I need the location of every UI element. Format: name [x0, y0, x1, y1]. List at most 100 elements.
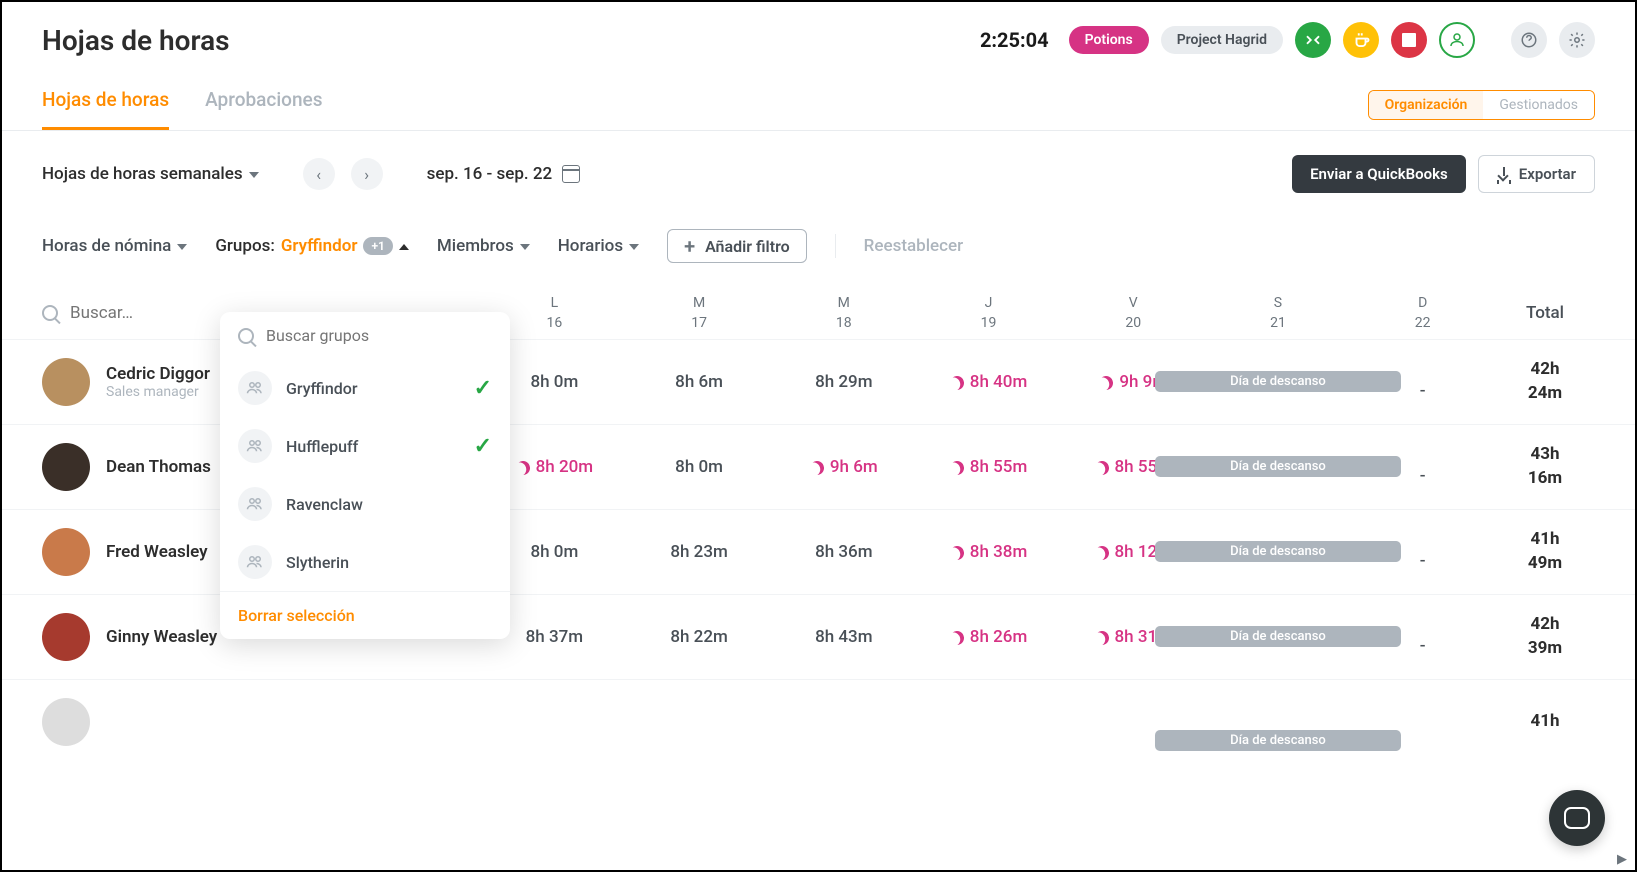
- plus-icon: +: [684, 236, 695, 256]
- page-title: Hojas de horas: [42, 24, 230, 57]
- day-header: V20: [1061, 295, 1206, 331]
- time-cell[interactable]: 8h 6m: [627, 372, 772, 392]
- chat-widget[interactable]: [1549, 790, 1605, 846]
- time-cell[interactable]: 8h 22m: [627, 627, 772, 647]
- user-name: Fred Weasley: [106, 542, 208, 562]
- stop-icon[interactable]: [1391, 22, 1427, 58]
- rest-day-badge: Día de descanso: [1155, 541, 1401, 562]
- total-header: Total: [1495, 303, 1595, 323]
- avatar: [42, 358, 90, 406]
- time-cell[interactable]: Día de descanso-: [1206, 618, 1351, 656]
- time-cell[interactable]: Día de descanso-: [1206, 448, 1351, 486]
- check-icon: ✓: [474, 376, 492, 401]
- help-icon[interactable]: [1511, 22, 1547, 58]
- time-cell[interactable]: 8h 43m: [771, 627, 916, 647]
- chevron-down-icon: [249, 172, 259, 178]
- rest-day-badge: Día de descanso: [1155, 456, 1401, 477]
- time-cell[interactable]: 8h 29m: [771, 372, 916, 392]
- total-cell: 42h39m: [1495, 613, 1595, 661]
- group-option[interactable]: Slytherin: [220, 533, 510, 591]
- filter-groups-label: Grupos:: [215, 236, 274, 256]
- group-option-label: Hufflepuff: [286, 437, 460, 456]
- groups-search-input[interactable]: [266, 326, 492, 345]
- users-icon: [238, 487, 272, 521]
- time-cell[interactable]: 8h 0m: [627, 457, 772, 477]
- coffee-icon[interactable]: [1343, 22, 1379, 58]
- project-pill[interactable]: Potions: [1069, 26, 1149, 54]
- filter-members[interactable]: Miembros: [437, 236, 530, 256]
- user-icon[interactable]: [1439, 22, 1475, 58]
- scope-organization[interactable]: Organización: [1369, 91, 1484, 119]
- time-cell[interactable]: 8h 40m: [916, 372, 1061, 392]
- avatar: [42, 443, 90, 491]
- moon-icon: [948, 374, 966, 392]
- moon-icon: [1093, 544, 1111, 562]
- tab-approvals[interactable]: Aprobaciones: [205, 88, 322, 130]
- table-row: Día de descanso 41h: [2, 679, 1635, 764]
- total-cell: 42h24m: [1495, 358, 1595, 406]
- time-cell[interactable]: Día de descanso-: [1206, 533, 1351, 571]
- search-icon: [238, 328, 254, 344]
- group-option[interactable]: Ravenclaw: [220, 475, 510, 533]
- date-range-label: sep. 16 - sep. 22: [427, 164, 553, 184]
- day-header: M18: [771, 295, 916, 331]
- group-option[interactable]: Gryffindor✓: [220, 359, 510, 417]
- export-button[interactable]: Exportar: [1478, 155, 1595, 193]
- moon-icon: [808, 459, 826, 477]
- chevron-down-icon: [629, 244, 639, 250]
- running-timer: 2:25:04: [980, 28, 1049, 52]
- prev-week-button[interactable]: ‹: [303, 158, 335, 190]
- reset-filters[interactable]: Reestablecer: [864, 236, 963, 256]
- total-cell: 43h16m: [1495, 443, 1595, 491]
- moon-icon: [1097, 374, 1115, 392]
- user-name: Cedric Diggor: [106, 364, 210, 384]
- time-cell[interactable]: Día de descanso-: [1206, 363, 1351, 401]
- time-cell[interactable]: 8h 55m: [916, 457, 1061, 477]
- filter-groups-count: +1: [363, 237, 392, 255]
- avatar: [42, 613, 90, 661]
- filter-groups-value: Gryffindor: [281, 236, 358, 256]
- moon-icon: [514, 459, 532, 477]
- users-icon: [238, 429, 272, 463]
- settings-icon[interactable]: [1559, 22, 1595, 58]
- scope-managed[interactable]: Gestionados: [1483, 91, 1594, 119]
- chevron-down-icon: [520, 244, 530, 250]
- route-icon[interactable]: [1295, 22, 1331, 58]
- user-cell[interactable]: [42, 698, 482, 746]
- period-select[interactable]: Hojas de horas semanales: [42, 164, 259, 184]
- filter-schedules-label: Horarios: [558, 236, 623, 256]
- moon-icon: [948, 629, 966, 647]
- filter-schedules[interactable]: Horarios: [558, 236, 639, 256]
- search-icon: [42, 305, 58, 321]
- period-select-label: Hojas de horas semanales: [42, 164, 243, 184]
- time-cell[interactable]: 9h 6m: [771, 457, 916, 477]
- scope-toggle: Organización Gestionados: [1368, 90, 1595, 120]
- time-cell[interactable]: 8h 38m: [916, 542, 1061, 562]
- rest-day-badge: Día de descanso: [1155, 730, 1401, 751]
- moon-icon: [948, 544, 966, 562]
- tab-timesheets[interactable]: Hojas de horas: [42, 88, 169, 130]
- filter-payroll-label: Horas de nómina: [42, 236, 171, 256]
- avatar: [42, 528, 90, 576]
- group-option[interactable]: Hufflepuff ✓: [220, 417, 510, 475]
- chevron-up-icon: [399, 244, 409, 250]
- filter-payroll[interactable]: Horas de nómina: [42, 236, 187, 256]
- filter-groups[interactable]: Grupos: Gryffindor +1: [215, 236, 409, 256]
- send-quickbooks-button[interactable]: Enviar a QuickBooks: [1292, 155, 1466, 193]
- date-range[interactable]: sep. 16 - sep. 22: [427, 164, 581, 184]
- moon-icon: [1093, 629, 1111, 647]
- download-icon: [1497, 167, 1511, 181]
- time-cell[interactable]: 8h 23m: [627, 542, 772, 562]
- time-cell[interactable]: 8h 26m: [916, 627, 1061, 647]
- total-cell: 41h: [1495, 710, 1595, 734]
- check-icon: ✓: [474, 434, 492, 459]
- client-pill[interactable]: Project Hagrid: [1161, 26, 1283, 54]
- scroll-right-icon[interactable]: ▶: [1617, 852, 1631, 866]
- user-name: Ginny Weasley: [106, 627, 217, 647]
- chat-icon: [1564, 807, 1590, 829]
- next-week-button[interactable]: ›: [351, 158, 383, 190]
- filter-members-label: Miembros: [437, 236, 514, 256]
- time-cell[interactable]: 8h 36m: [771, 542, 916, 562]
- clear-selection[interactable]: Borrar selección: [238, 606, 355, 625]
- add-filter-button[interactable]: + Añadir filtro: [667, 229, 807, 263]
